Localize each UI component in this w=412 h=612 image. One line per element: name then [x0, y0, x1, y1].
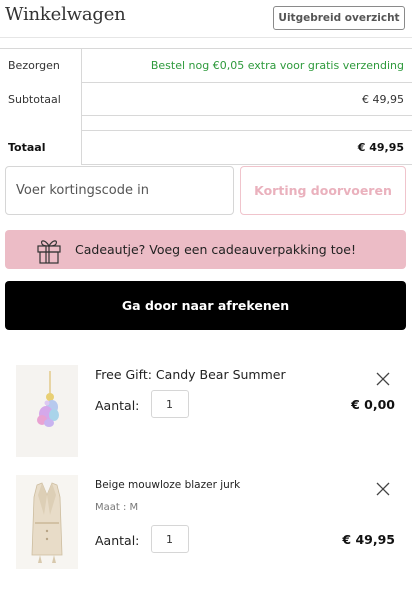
subtotal-value: € 49,95	[362, 93, 404, 106]
summary-divider	[81, 115, 412, 116]
gift-wrap-text: Cadeautje? Voeg een cadeauverpakking toe…	[75, 242, 356, 257]
gift-box-icon	[37, 240, 61, 264]
checkout-button[interactable]: Ga door naar afrekenen	[5, 281, 406, 330]
summary-divider	[81, 130, 412, 131]
detailed-overview-button[interactable]: Uitgebreid overzicht	[273, 6, 405, 30]
summary-divider	[81, 164, 412, 165]
remove-item-icon[interactable]	[376, 372, 390, 386]
product-name[interactable]: Beige mouwloze blazer jurk	[95, 479, 240, 491]
coupon-code-input[interactable]	[5, 166, 234, 215]
product-image[interactable]	[16, 475, 78, 569]
total-value: € 49,95	[357, 141, 404, 154]
apply-coupon-button[interactable]: Korting doorvoeren	[240, 166, 406, 215]
page-title: Winkelwagen	[5, 4, 126, 25]
total-label: Totaal	[8, 141, 46, 154]
product-image[interactable]	[16, 365, 78, 457]
summary-divider	[81, 82, 412, 83]
blazer-dress-image	[16, 475, 78, 569]
cart-header: Winkelwagen Uitgebreid overzicht	[0, 0, 412, 38]
free-shipping-message: Bestel nog €0,05 extra voor gratis verze…	[150, 59, 404, 72]
quantity-input[interactable]	[151, 525, 189, 553]
summary-divider	[0, 48, 412, 49]
summary-column-divider	[81, 48, 82, 164]
product-name[interactable]: Free Gift: Candy Bear Summer	[95, 367, 286, 382]
candy-bear-image	[16, 365, 78, 457]
quantity-input[interactable]	[151, 390, 189, 418]
gift-wrap-banner[interactable]: Cadeautje? Voeg een cadeauverpakking toe…	[5, 230, 406, 269]
item-price: € 0,00	[351, 397, 395, 412]
quantity-label: Aantal:	[95, 398, 140, 413]
product-size: Maat : M	[95, 502, 139, 513]
quantity-label: Aantal:	[95, 533, 140, 548]
remove-item-icon[interactable]	[376, 482, 390, 496]
delivery-label: Bezorgen	[8, 59, 60, 72]
item-price: € 49,95	[342, 532, 395, 547]
subtotal-label: Subtotaal	[8, 93, 61, 106]
